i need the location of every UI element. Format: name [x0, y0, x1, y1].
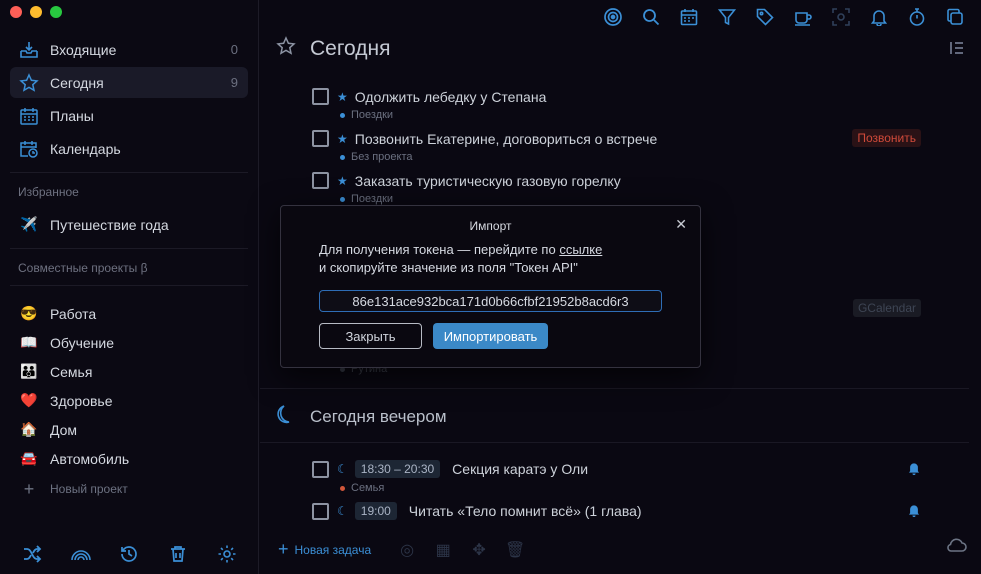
sidebar-item-label: Автомобиль [50, 450, 130, 467]
sidebar-item-label: Работа [50, 305, 97, 322]
sidebar-item-label: Календарь [50, 140, 121, 157]
sidebar-item-label: Дом [50, 421, 78, 438]
car-emoji-icon: 🚘 [20, 450, 38, 466]
close-icon[interactable]: ✕ [675, 216, 687, 233]
sidebar-bottom-toolbar [0, 542, 259, 566]
sidebar-item-work[interactable]: 😎 Работа [10, 300, 248, 327]
settings-gear-icon[interactable] [215, 542, 239, 566]
inbox-icon [18, 39, 40, 61]
sunglasses-emoji-icon: 😎 [20, 305, 38, 321]
new-project-label: Новый проект [50, 482, 128, 496]
sidebar-item-inbox[interactable]: Входящие 0 [10, 34, 248, 65]
close-button[interactable]: Закрыть [319, 323, 422, 349]
item-count: 0 [230, 42, 238, 57]
shuffle-icon[interactable] [20, 542, 44, 566]
dialog-title: Импорт [469, 219, 512, 233]
heart-emoji-icon: ❤️ [20, 392, 38, 408]
shared-projects-title: Совместные проекты β [18, 261, 148, 275]
new-project-button[interactable]: + Новый проект [10, 474, 248, 504]
trash-icon[interactable] [166, 542, 190, 566]
favorites-title: Избранное [18, 185, 79, 199]
message-line1: Для получения токена — перейдите по [319, 242, 560, 257]
sidebar-item-home[interactable]: 🏠 Дом [10, 416, 248, 443]
plus-icon: + [23, 478, 35, 499]
sidebar-item-label: Планы [50, 107, 94, 124]
airplane-icon: ✈️ [20, 216, 38, 232]
broadcast-icon[interactable] [69, 542, 93, 566]
calendar-clock-icon [18, 138, 40, 160]
plans-calendar-icon [18, 105, 40, 127]
divider [10, 285, 248, 286]
history-icon[interactable] [117, 542, 141, 566]
sidebar-item-label: Путешествие года [50, 216, 169, 233]
import-dialog: Импорт ✕ Для получения токена — перейдит… [280, 205, 701, 368]
import-button[interactable]: Импортировать [433, 323, 548, 349]
window-controls [10, 6, 62, 18]
sidebar-item-label: Сегодня [50, 74, 104, 91]
sidebar-item-plans[interactable]: Планы [10, 100, 248, 131]
sidebar-item-label: Семья [50, 363, 93, 380]
sidebar-item-car[interactable]: 🚘 Автомобиль [10, 445, 248, 472]
sidebar: Входящие 0 Сегодня 9 Планы Календарь Изб… [0, 0, 259, 574]
sidebar-item-study[interactable]: 📖 Обучение [10, 329, 248, 356]
sidebar-item-calendar[interactable]: Календарь [10, 133, 248, 164]
sidebar-item-today[interactable]: Сегодня 9 [10, 67, 248, 98]
sidebar-item-trip[interactable]: ✈️ Путешествие года [10, 209, 248, 240]
dialog-message: Для получения токена — перейдите по ссыл… [319, 241, 602, 277]
sidebar-item-health[interactable]: ❤️ Здоровье [10, 387, 248, 414]
close-window-button[interactable] [10, 6, 22, 18]
minimize-window-button[interactable] [30, 6, 42, 18]
message-line2: и скопируйте значение из поля "Токен API… [319, 260, 578, 275]
sidebar-item-label: Здоровье [50, 392, 113, 409]
sidebar-item-label: Обучение [50, 334, 115, 351]
item-count: 9 [230, 75, 238, 90]
main-nav: Входящие 0 Сегодня 9 Планы Календарь Изб… [10, 34, 248, 506]
maximize-window-button[interactable] [50, 6, 62, 18]
token-input[interactable] [319, 290, 662, 312]
book-emoji-icon: 📖 [20, 334, 38, 350]
star-icon [18, 72, 40, 94]
sidebar-item-label: Входящие [50, 41, 117, 58]
house-emoji-icon: 🏠 [20, 421, 38, 437]
family-emoji-icon: 👪 [20, 363, 38, 379]
token-link[interactable]: ссылке [559, 242, 602, 257]
sidebar-item-family[interactable]: 👪 Семья [10, 358, 248, 385]
